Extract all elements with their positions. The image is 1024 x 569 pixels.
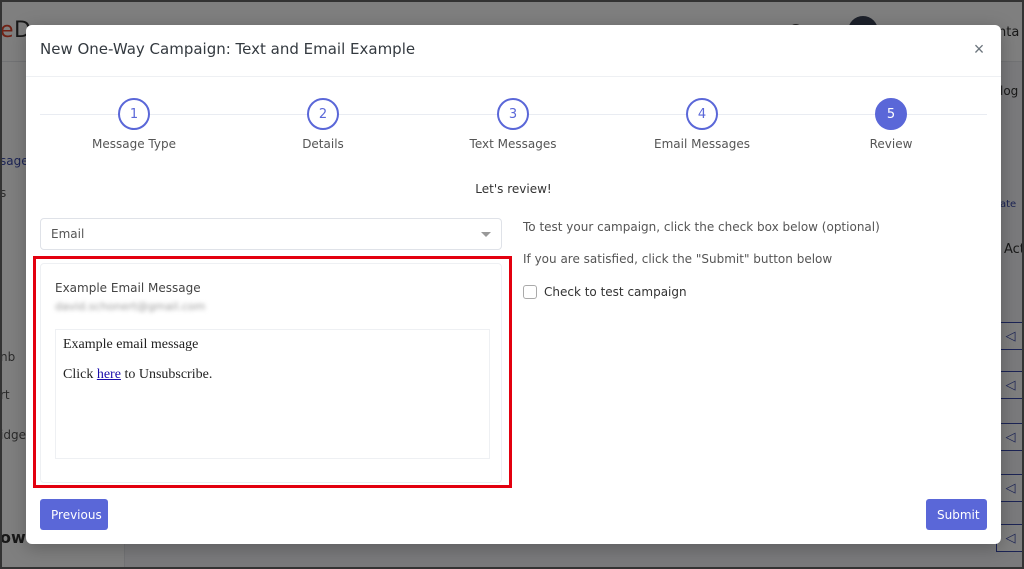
test-instruction: To test your campaign, click the check b… (523, 220, 880, 234)
step-message-type[interactable]: 1 Message Type (54, 98, 214, 151)
step-email-messages[interactable]: 4 Email Messages (622, 98, 782, 151)
test-campaign-checkbox[interactable]: Check to test campaign (523, 285, 687, 299)
step-number: 3 (497, 98, 529, 130)
message-type-select[interactable]: Email (40, 218, 502, 250)
previous-button[interactable]: Previous (40, 499, 108, 530)
step-number: 5 (875, 98, 907, 130)
step-details[interactable]: 2 Details (243, 98, 403, 151)
review-heading: Let's review! (475, 182, 552, 196)
checkbox[interactable] (523, 285, 537, 299)
highlight-annotation (33, 256, 512, 488)
campaign-modal: New One-Way Campaign: Text and Email Exa… (26, 25, 1001, 544)
step-number: 1 (118, 98, 150, 130)
step-label: Message Type (92, 137, 176, 151)
submit-instruction: If you are satisfied, click the "Submit"… (523, 252, 833, 266)
submit-button[interactable]: Submit (926, 499, 987, 530)
close-icon[interactable]: × (969, 39, 989, 59)
step-label: Details (302, 137, 344, 151)
step-text-messages[interactable]: 3 Text Messages (433, 98, 593, 151)
step-label: Email Messages (654, 137, 750, 151)
modal-title: New One-Way Campaign: Text and Email Exa… (40, 40, 416, 58)
step-review[interactable]: 5 Review (811, 98, 971, 151)
chevron-down-icon (481, 232, 491, 237)
modal-header: New One-Way Campaign: Text and Email Exa… (26, 25, 1001, 77)
step-number: 4 (686, 98, 718, 130)
checkbox-label[interactable]: Check to test campaign (544, 285, 687, 299)
step-number: 2 (307, 98, 339, 130)
select-value: Email (51, 227, 85, 241)
step-label: Review (869, 137, 913, 151)
step-label: Text Messages (469, 137, 557, 151)
